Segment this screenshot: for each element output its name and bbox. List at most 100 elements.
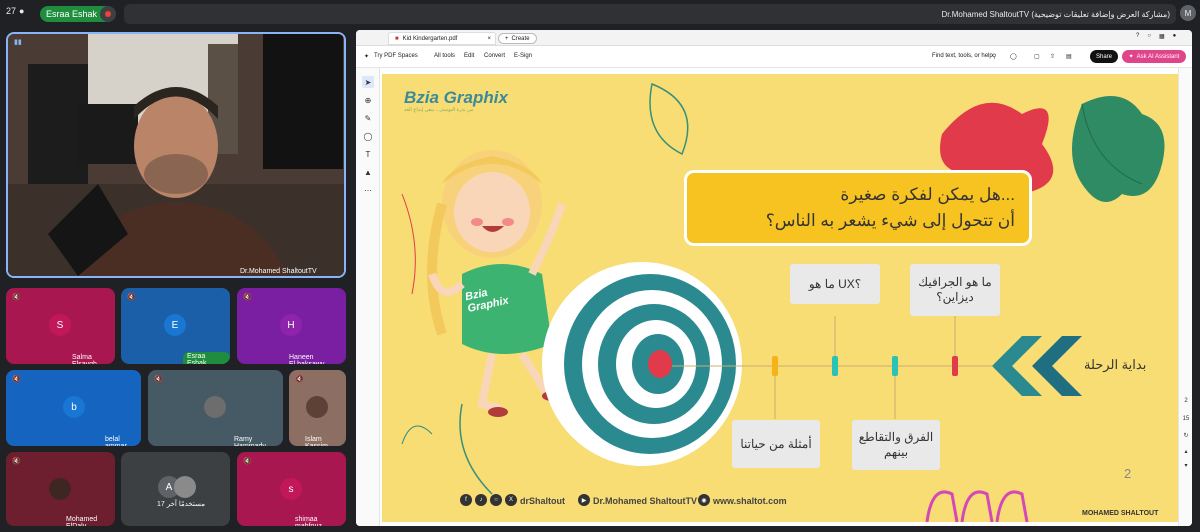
question-box: هل يمكن لفكرة صغيرة... أن تتحول إلى شيء … — [684, 170, 1032, 246]
pdf-toolbar: ✦ Try PDF Spaces All tools Edit Convert … — [356, 46, 1192, 68]
search-icon[interactable]: ⚲ — [992, 53, 996, 60]
slide-canvas: Bzia Graphix من بذرة البوستر... يبقى إبد… — [382, 74, 1178, 522]
label-difference: الفرق والتقاطع بينهم — [852, 420, 940, 470]
apps-icon[interactable]: ▦ — [1159, 33, 1165, 40]
participant-name: Haneen El.baksawy — [289, 354, 324, 364]
browser-tab-bar: ■ Kid Kindergarten.pdf × + Create ? ○ ▦ … — [356, 30, 1192, 46]
pen-icon[interactable]: ✎ — [362, 112, 374, 124]
footer-website: www.shaltot.com — [713, 496, 787, 506]
eraser-icon[interactable]: ◯ — [362, 130, 374, 142]
participant-name: belal ammar — [105, 436, 127, 446]
participant-tile[interactable]: 🔇 s shimaa mahfouz — [237, 452, 346, 526]
camera-count: 27 ● — [6, 6, 25, 16]
mic-off-icon: 🔇 — [12, 458, 21, 465]
participant-tile[interactable]: 🔇 Ramy Hammady — [148, 370, 283, 446]
sparkle-icon: ✦ — [1128, 54, 1134, 60]
try-pdf-spaces[interactable]: Try PDF Spaces — [374, 53, 418, 59]
pdf-icon: ■ — [395, 35, 399, 42]
youtube-icon: ▶ — [578, 494, 590, 506]
label-examples: أمثلة من حياتنا — [732, 420, 820, 468]
question-line-2: أن تتحول إلى شيء يشعر به الناس؟ — [765, 211, 1015, 230]
print-icon[interactable]: ▤ — [1066, 53, 1072, 60]
avatar[interactable]: ● — [1173, 33, 1177, 40]
menu-all-tools[interactable]: All tools — [434, 53, 455, 59]
mic-off-icon: 🔇 — [243, 458, 252, 465]
window-controls: ? ○ ▦ ● — [1136, 33, 1176, 40]
select-icon[interactable]: ➤ — [362, 76, 374, 88]
participant-tile[interactable]: 🔇 Mohamed ElDaly — [6, 452, 115, 526]
create-button[interactable]: + Create — [498, 33, 537, 44]
people-icon: ● — [19, 6, 25, 16]
page-up-icon[interactable]: ▴ — [1181, 448, 1191, 455]
tab-pdf[interactable]: ■ Kid Kindergarten.pdf × — [388, 32, 496, 45]
facebook-icon: f — [460, 494, 472, 506]
participant-tile[interactable]: 🔇 S Salma Elsaygh — [6, 288, 115, 364]
participant-tile[interactable]: 🔇 b belal ammar — [6, 370, 141, 446]
participant-name: Esraa Eshak — [183, 352, 230, 364]
avatar[interactable]: M — [1180, 5, 1196, 21]
avatar — [49, 478, 71, 500]
footer-channel: Dr.Mohamed ShaltoutTV — [593, 496, 698, 506]
brand-mark: MOHAMED SHALTOUT — [1082, 510, 1159, 517]
main-speaker-name: Dr.Mohamed ShaltoutTV — [240, 268, 317, 275]
participant-name: 17 مستخدمًا آخر — [157, 501, 205, 508]
participant-tile[interactable]: 🔇 E Esraa Eshak — [121, 288, 230, 364]
tiktok-icon: ♪ — [475, 494, 487, 506]
menu-e-sign[interactable]: E-Sign — [514, 53, 532, 59]
participant-tile[interactable]: A 17 مستخدمًا آخر — [121, 452, 230, 526]
mic-off-icon: 🔇 — [295, 376, 304, 383]
mic-off-icon: 🔇 — [243, 294, 252, 301]
avatar: E — [164, 314, 186, 336]
find-input[interactable]: Find text, tools, or help — [932, 53, 993, 59]
recording-indicator[interactable] — [100, 6, 116, 22]
mic-off-icon: 🔇 — [127, 294, 136, 301]
plus-icon: + — [505, 35, 509, 42]
x-icon: X — [505, 494, 517, 506]
question-line-1: هل يمكن لفكرة صغيرة... — [840, 185, 1015, 204]
current-page: 2 — [1184, 398, 1188, 404]
more-icon[interactable]: ⋯ — [362, 184, 374, 196]
participant-name: Islam Kassim — [305, 436, 328, 446]
stamp-icon[interactable]: ▲ — [362, 166, 374, 178]
globe-icon: ◉ — [698, 494, 710, 506]
speaker-video — [8, 34, 344, 276]
participant-name: Ramy Hammady — [234, 436, 266, 446]
pdf-viewer: ■ Kid Kindergarten.pdf × + Create ? ○ ▦ … — [356, 30, 1192, 526]
avatar: b — [63, 396, 85, 418]
left-tool-rail: ➤ ⊕ ✎ ◯ T ▲ ⋯ — [356, 68, 380, 526]
avatar — [174, 476, 196, 498]
main-speaker-tile[interactable]: Dr.Mohamed ShaltoutTV ▮▮ — [6, 32, 346, 278]
headphones-icon[interactable]: ◯ — [1010, 53, 1017, 60]
bell-icon[interactable]: ○ — [1147, 33, 1151, 40]
avatar — [204, 396, 226, 418]
participant-tile[interactable]: 🔇 H Haneen El.baksawy — [237, 288, 346, 364]
save-icon[interactable]: ▢ — [1034, 53, 1040, 60]
participant-name: Salma Elsaygh — [72, 354, 97, 364]
zoom-icon[interactable]: ⊕ — [362, 94, 374, 106]
menu-convert[interactable]: Convert — [484, 53, 505, 59]
mic-off-icon: 🔇 — [12, 376, 21, 383]
mic-off-icon: 🔇 — [154, 376, 163, 383]
slide-logo: Bzia Graphix — [404, 88, 508, 107]
label-what-is-ux: ما هو UX؟ — [790, 264, 880, 304]
label-what-is-graphic-design: ما هو الجرافيك ديزاين؟ — [910, 264, 1000, 316]
participant-name: shimaa mahfouz — [295, 516, 322, 526]
participant-name: Mohamed ElDaly — [66, 516, 98, 526]
share-button[interactable]: Share — [1090, 50, 1118, 63]
menu-edit[interactable]: Edit — [464, 53, 474, 59]
right-tool-rail: 2 15 ↻ ▴ ▾ — [1178, 68, 1192, 526]
text-icon[interactable]: T — [362, 148, 374, 160]
spaces-icon[interactable]: ✦ — [364, 53, 369, 60]
participant-tile[interactable]: 🔇 Islam Kassim — [289, 370, 346, 446]
refresh-icon[interactable]: ↻ — [1181, 432, 1191, 439]
speaking-bars-icon: ▮▮ — [14, 39, 22, 46]
help-icon[interactable]: ? — [1136, 33, 1139, 40]
instagram-icon: ○ — [490, 494, 502, 506]
avatar: H — [280, 314, 302, 336]
page-down-icon[interactable]: ▾ — [1181, 462, 1191, 469]
presenting-bar: Dr.Mohamed ShaltoutTV (مشاركة العرض وإضا… — [124, 4, 1176, 24]
upload-icon[interactable]: ⇧ — [1050, 53, 1055, 60]
mic-off-icon: 🔇 — [12, 294, 21, 301]
close-icon[interactable]: × — [487, 36, 491, 42]
ai-assistant-button[interactable]: ✦ Ask AI Assistant — [1122, 50, 1186, 63]
